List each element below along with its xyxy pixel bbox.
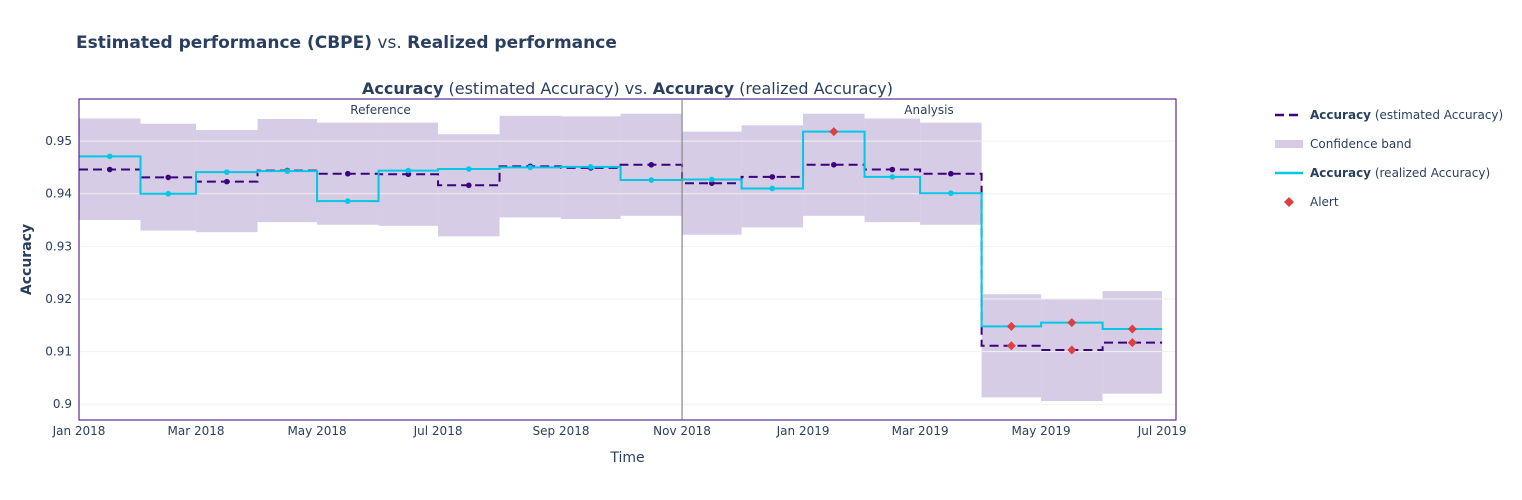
realized-point: [344, 198, 351, 204]
estimated-point: [831, 161, 837, 168]
period-label-analysis: Analysis: [904, 103, 953, 117]
subplot-title: Accuracy (estimated Accuracy) vs. Accura…: [362, 79, 893, 98]
realized-point: [527, 164, 534, 171]
x-tick-label: Sep 2018: [533, 424, 590, 438]
estimated-point: [223, 178, 230, 185]
x-tick-label: Mar 2019: [892, 424, 949, 438]
realized-point: [223, 169, 230, 175]
y-tick-label: 0.9: [53, 397, 72, 411]
y-tick-label: 0.94: [45, 187, 72, 201]
x-tick-label: Jan 2019: [776, 424, 830, 438]
y-tick-label: 0.91: [45, 345, 72, 359]
y-tick-label: 0.93: [45, 239, 72, 253]
legend-label-alert: Alert: [1310, 195, 1339, 209]
legend-label-realized: Accuracy (realized Accuracy): [1310, 166, 1490, 180]
estimated-point: [344, 170, 351, 177]
y-axis-label: Accuracy: [19, 224, 35, 295]
realized-point: [284, 168, 291, 174]
estimated-point: [889, 166, 896, 173]
confidence-band: [79, 113, 1163, 402]
legend: Accuracy (estimated Accuracy) Confidence …: [1275, 108, 1503, 209]
legend-label-estimated: Accuracy (estimated Accuracy): [1310, 108, 1503, 122]
estimated-point: [106, 166, 113, 173]
x-axis-label: Time: [609, 450, 644, 466]
x-tick-label: Jan 2018: [52, 424, 106, 438]
realized-point: [889, 174, 896, 180]
chart-canvas: Reference Analysis 0.9 0.91 0.92 0.93 0.94 0.9…: [19, 79, 1503, 466]
realized-point: [405, 167, 412, 174]
realized-point: [106, 153, 113, 160]
realized-point: [466, 166, 472, 172]
x-tick-label: May 2018: [287, 424, 346, 438]
realized-point: [948, 190, 954, 196]
x-tick-label: Mar 2018: [168, 424, 225, 438]
estimated-point: [165, 174, 172, 181]
realized-point: [648, 177, 655, 183]
estimated-point: [769, 174, 776, 180]
estimated-point: [648, 161, 655, 168]
x-tick-label: Jul 2018: [413, 424, 463, 438]
realized-point: [165, 190, 172, 197]
y-tick-label: 0.92: [45, 292, 72, 306]
realized-point: [709, 176, 715, 183]
x-tick-label: May 2019: [1012, 424, 1071, 438]
x-tick-label: Nov 2018: [653, 424, 711, 438]
estimated-point: [948, 170, 954, 177]
period-label-reference: Reference: [350, 103, 410, 117]
legend-swatch-alert: [1284, 197, 1294, 207]
estimated-point: [466, 182, 472, 189]
legend-swatch-band: [1275, 140, 1303, 148]
realized-point: [769, 185, 776, 192]
y-tick-label: 0.95: [45, 134, 72, 148]
realized-point: [588, 164, 594, 170]
legend-label-band: Confidence band: [1310, 137, 1411, 151]
x-tick-label: Jul 2019: [1137, 424, 1187, 438]
